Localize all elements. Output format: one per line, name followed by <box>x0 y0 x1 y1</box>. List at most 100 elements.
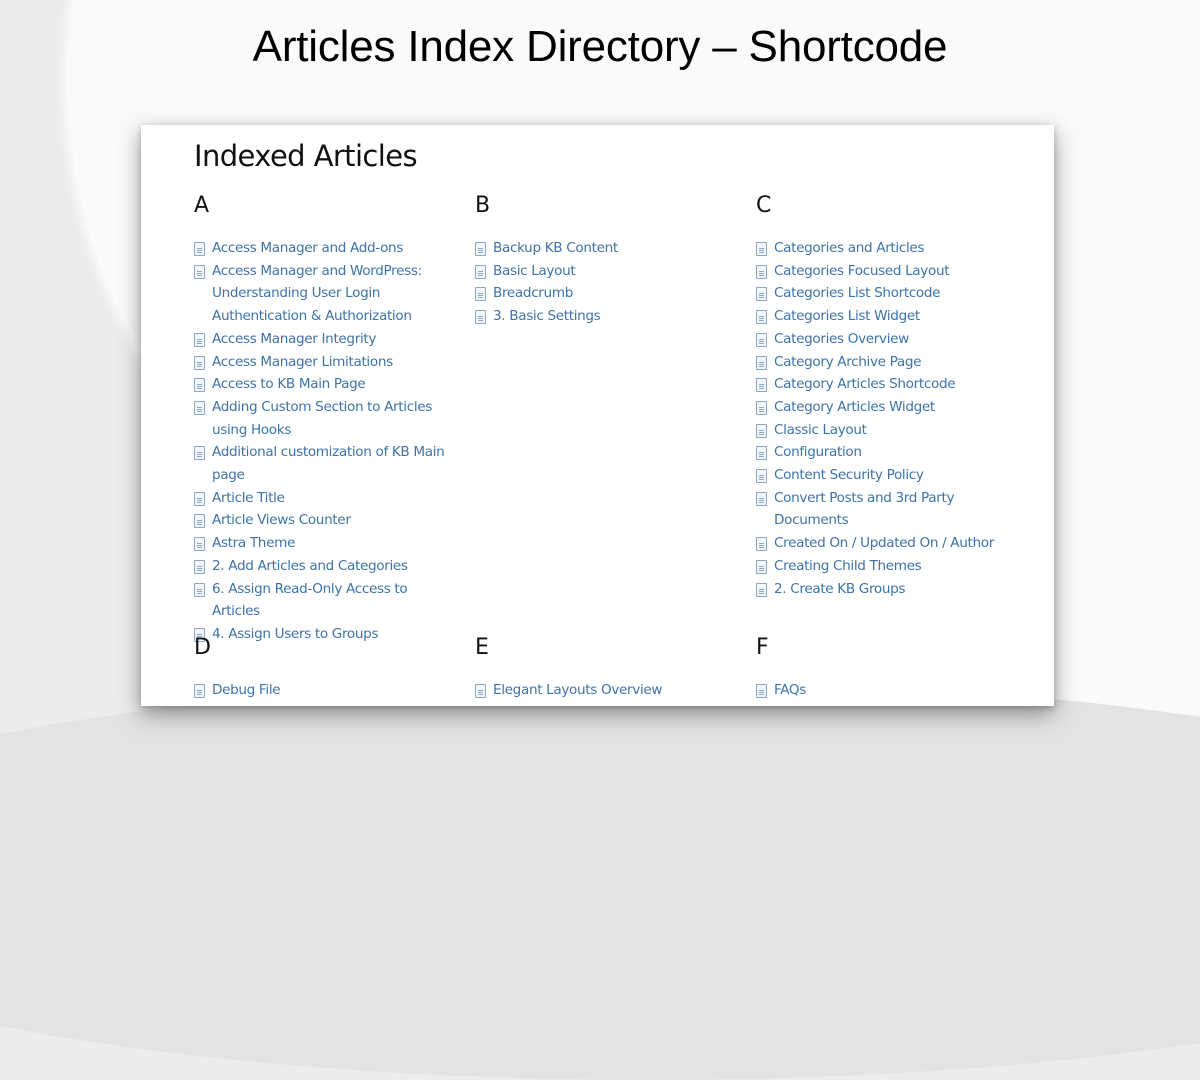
letter-section-b: B Backup KB Content Basic Layout Breadcrumb… <box>475 193 737 328</box>
document-icon <box>194 242 205 256</box>
article-link[interactable]: 2. Add Articles and Categories <box>194 555 456 578</box>
document-icon <box>756 242 767 256</box>
letter-section-e: E Elegant Layouts Overview <box>475 635 737 702</box>
document-icon <box>194 491 205 506</box>
document-icon <box>756 537 767 552</box>
document-icon <box>475 287 486 302</box>
article-link[interactable]: Created On / Updated On / Author <box>756 532 1018 555</box>
article-title: Categories List Shortcode <box>774 285 941 302</box>
letter-heading: B <box>475 193 491 218</box>
article-title: Categories Focused Layout <box>774 262 950 279</box>
article-link[interactable]: Adding Custom Section to Articles using … <box>194 396 456 441</box>
letter-heading: A <box>194 193 210 218</box>
letter-section-f: F FAQs <box>756 635 1018 702</box>
document-icon <box>194 559 205 574</box>
article-link[interactable]: Content Security Policy <box>756 464 1018 487</box>
article-link[interactable]: Breadcrumb <box>475 282 737 305</box>
article-list: FAQs <box>756 679 1018 702</box>
background-curve-lower <box>0 680 1200 1080</box>
article-list: Categories and Articles Categories Focuse… <box>756 237 1018 600</box>
document-icon <box>756 469 767 484</box>
article-link[interactable]: FAQs <box>756 679 1018 702</box>
article-title: Categories and Articles <box>774 240 925 256</box>
article-title: 2. Create KB Groups <box>774 580 906 597</box>
document-icon <box>194 684 205 698</box>
article-link[interactable]: Elegant Layouts Overview <box>475 679 737 702</box>
article-link[interactable]: Categories Overview <box>756 328 1018 351</box>
indexed-articles-heading: Indexed Articles <box>194 139 418 173</box>
article-link[interactable]: Access Manager Limitations <box>194 351 456 374</box>
article-title: Access to KB Main Page <box>212 376 366 393</box>
article-link[interactable]: Convert Posts and 3rd Party Documents <box>756 487 1018 532</box>
article-title: Astra Theme <box>212 535 295 552</box>
article-link[interactable]: Debug File <box>194 679 456 702</box>
article-link[interactable]: Astra Theme <box>194 532 456 555</box>
document-icon <box>756 491 767 506</box>
article-title: Configuration <box>774 444 862 461</box>
article-link[interactable]: Additional customization of KB Main page <box>194 441 456 486</box>
article-title: Adding Custom Section to Articles using … <box>212 398 432 438</box>
article-link[interactable]: Access Manager and WordPress: Understand… <box>194 260 456 328</box>
document-icon <box>475 310 486 325</box>
article-link[interactable]: Article Title <box>194 487 456 510</box>
article-title: Category Articles Shortcode <box>774 376 956 393</box>
article-title: Category Archive Page <box>774 353 922 370</box>
article-title: Access Manager Integrity <box>212 330 377 347</box>
article-link[interactable]: 3. Basic Settings <box>475 305 737 328</box>
article-title: Elegant Layouts Overview <box>493 682 663 698</box>
article-title: 3. Basic Settings <box>493 308 601 325</box>
article-link[interactable]: Categories List Shortcode <box>756 282 1018 305</box>
article-title: FAQs <box>774 682 807 698</box>
document-icon <box>756 582 767 597</box>
article-link[interactable]: 2. Create KB Groups <box>756 578 1018 601</box>
article-list: Backup KB Content Basic Layout Breadcrumb 3… <box>475 237 737 328</box>
document-icon <box>756 310 767 325</box>
letter-heading: E <box>475 635 489 660</box>
article-link[interactable]: Categories Focused Layout <box>756 260 1018 283</box>
article-link[interactable]: Configuration <box>756 441 1018 464</box>
article-link[interactable]: Category Archive Page <box>756 351 1018 374</box>
article-list: Debug File <box>194 679 456 702</box>
article-link[interactable]: Classic Layout <box>756 419 1018 442</box>
letter-heading: F <box>756 635 769 660</box>
article-title: Article Title <box>212 489 285 506</box>
article-title: Access Manager and Add-ons <box>212 240 404 256</box>
document-icon <box>194 582 205 597</box>
article-link[interactable]: Category Articles Widget <box>756 396 1018 419</box>
article-link[interactable]: Backup KB Content <box>475 237 737 260</box>
article-link[interactable]: 6. Assign Read-Only Access to Articles <box>194 578 456 623</box>
document-icon <box>756 446 767 461</box>
document-icon <box>756 332 767 347</box>
article-link[interactable]: Access to KB Main Page <box>194 373 456 396</box>
document-icon <box>475 264 486 279</box>
article-title: 2. Add Articles and Categories <box>212 557 408 574</box>
article-list: Access Manager and Add-ons Access Manager… <box>194 237 456 646</box>
page-title: Articles Index Directory – Shortcode <box>252 22 948 71</box>
article-link[interactable]: Article Views Counter <box>194 509 456 532</box>
article-title: Classic Layout <box>774 421 867 438</box>
article-title: Additional customization of KB Main page <box>212 444 445 484</box>
article-title: Creating Child Themes <box>774 557 922 574</box>
document-icon <box>194 355 205 370</box>
letter-section-d: D Debug File <box>194 635 456 702</box>
article-title: Created On / Updated On / Author <box>774 535 994 552</box>
article-link[interactable]: Access Manager and Add-ons <box>194 237 456 260</box>
article-link[interactable]: Categories List Widget <box>756 305 1018 328</box>
article-title: Basic Layout <box>493 262 576 279</box>
article-title: Access Manager and WordPress: Understand… <box>212 262 422 325</box>
article-link[interactable]: Category Articles Shortcode <box>756 373 1018 396</box>
document-icon <box>756 264 767 279</box>
article-title: 6. Assign Read-Only Access to Articles <box>212 580 408 620</box>
article-title: Access Manager Limitations <box>212 353 393 370</box>
article-title: Debug File <box>212 682 281 698</box>
article-link[interactable]: Creating Child Themes <box>756 555 1018 578</box>
letter-section-a: A Access Manager and Add-ons Access Manage… <box>194 193 456 646</box>
article-title: Convert Posts and 3rd Party Documents <box>774 489 955 529</box>
article-link[interactable]: Access Manager Integrity <box>194 328 456 351</box>
document-icon <box>756 423 767 438</box>
article-link[interactable]: Basic Layout <box>475 260 737 283</box>
article-link[interactable]: Categories and Articles <box>756 237 1018 260</box>
letter-heading: D <box>194 635 211 660</box>
article-title: Breadcrumb <box>493 285 573 302</box>
document-icon <box>194 264 205 279</box>
